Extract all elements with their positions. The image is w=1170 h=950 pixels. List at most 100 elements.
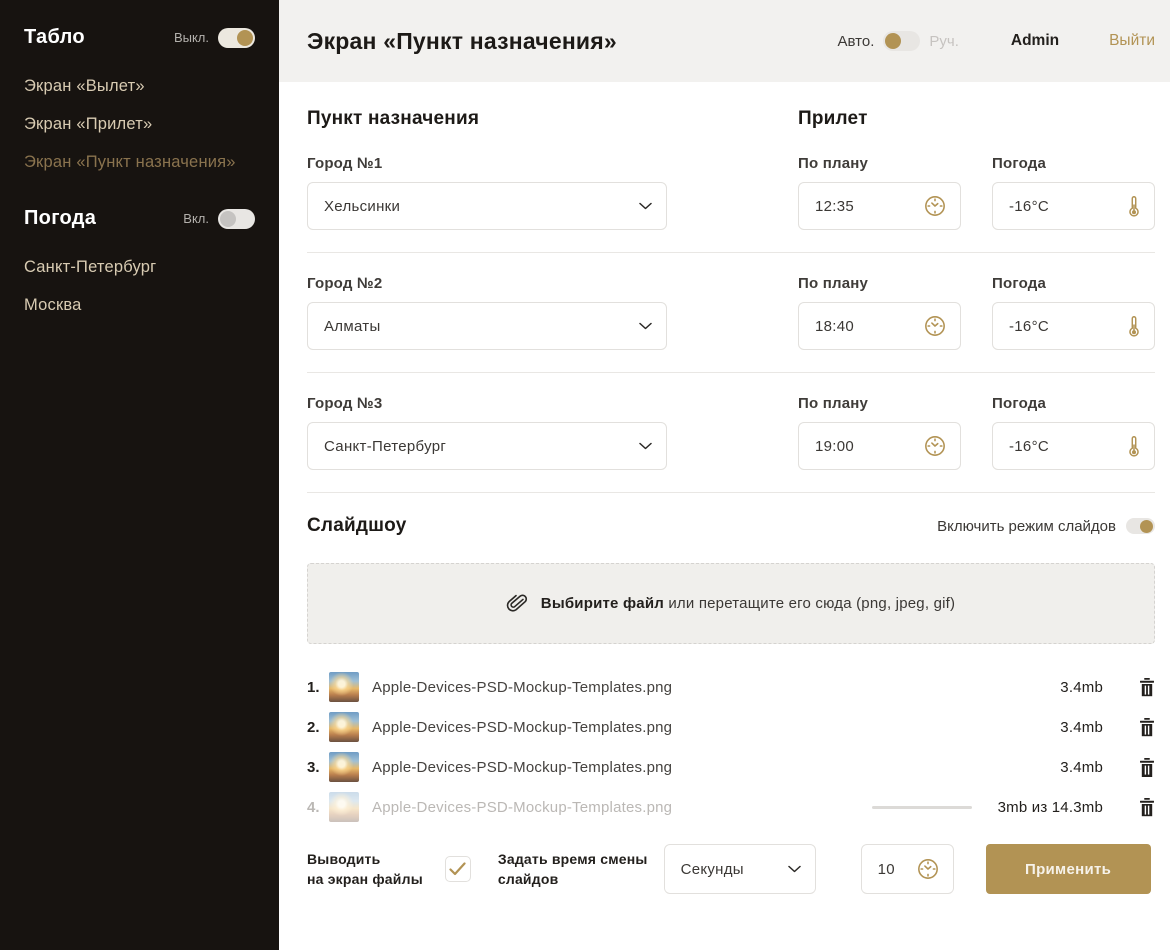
board-toggle-knob (237, 30, 253, 46)
file-index: 1. (307, 679, 329, 696)
file-thumbnail (329, 712, 359, 742)
file-size: 3.4mb (1060, 719, 1103, 736)
board-section-header: Табло Выкл. (24, 26, 255, 49)
display-files-label-line1: Выводить (307, 851, 380, 867)
delete-file-button[interactable] (1139, 678, 1155, 697)
sidebar-item-departure-screen[interactable]: Экран «Вылет» (24, 67, 255, 105)
city-2-value: Алматы (324, 318, 639, 335)
weather-toggle-label: Вкл. (183, 211, 209, 226)
file-index: 4. (307, 799, 329, 816)
slide-interval-label-line1: Задать время смены (498, 851, 648, 867)
sidebar-item-destination-screen[interactable]: Экран «Пункт назначения» (24, 143, 255, 181)
file-thumbnail (329, 672, 359, 702)
file-row-2: 2. Apple-Devices-PSD-Mockup-Templates.pn… (307, 712, 1155, 742)
time-2-label: По плану (798, 275, 961, 292)
arrival-heading: Прилет (798, 108, 961, 130)
time-1-value: 12:35 (815, 198, 924, 215)
sidebar-item-saint-petersburg[interactable]: Санкт-Петербург (24, 248, 255, 286)
clock-icon (924, 195, 946, 217)
time-3-value: 19:00 (815, 438, 924, 455)
topbar: Экран «Пункт назначения» Авто. Руч. Admi… (279, 0, 1170, 82)
city-1-value: Хельсинки (324, 198, 639, 215)
apply-button[interactable]: Применить (986, 844, 1151, 894)
file-size: 3.4mb (1060, 759, 1103, 776)
file-name: Apple-Devices-PSD-Mockup-Templates.png (372, 719, 1060, 736)
sidebar-item-moscow[interactable]: Москва (24, 286, 255, 324)
upload-progress-bar (872, 806, 972, 809)
file-name: Apple-Devices-PSD-Mockup-Templates.png (372, 799, 872, 816)
file-list: 1. Apple-Devices-PSD-Mockup-Templates.pn… (307, 672, 1155, 822)
time-3-label: По плану (798, 395, 961, 412)
file-row-1: 1. Apple-Devices-PSD-Mockup-Templates.pn… (307, 672, 1155, 702)
file-name: Apple-Devices-PSD-Mockup-Templates.png (372, 679, 1060, 696)
page-title: Экран «Пункт назначения» (307, 28, 617, 55)
city-2-label: Город №2 (307, 275, 667, 292)
time-2-input[interactable]: 18:40 (798, 302, 961, 350)
display-files-checkbox[interactable] (445, 856, 471, 882)
weather-1-input[interactable]: -16°C (992, 182, 1155, 230)
user-name: Admin (1011, 32, 1059, 50)
weather-menu: Санкт-Петербург Москва (24, 248, 255, 324)
weather-3-label: Погода (992, 395, 1155, 412)
time-3-input[interactable]: 19:00 (798, 422, 961, 470)
upload-text-bold: Выбирите файл (541, 595, 664, 612)
interval-unit-value: Секунды (681, 861, 788, 878)
time-1-label: По плану (798, 155, 961, 172)
delete-file-button[interactable] (1139, 758, 1155, 777)
interval-unit-select[interactable]: Секунды (664, 844, 816, 894)
city-3-select[interactable]: Санкт-Петербург (307, 422, 667, 470)
content: Пункт назначения Прилет Город №1 Хельсин… (279, 82, 1170, 894)
weather-toggle[interactable] (218, 209, 255, 229)
checkmark-icon (449, 862, 466, 876)
clock-icon (924, 435, 946, 457)
thermometer-icon (1128, 315, 1140, 338)
weather-toggle-knob (220, 211, 236, 227)
city-row-1: Город №1 Хельсинки По плану 12:35 Погода… (307, 155, 1155, 230)
file-row-4-uploading: 4. Apple-Devices-PSD-Mockup-Templates.pn… (307, 792, 1155, 822)
slideshow-settings: Выводитьна экран файлы Задать время смен… (307, 844, 1155, 894)
weather-1-value: -16°C (1009, 198, 1128, 215)
trash-icon (1139, 718, 1155, 737)
upload-text-rest: или перетащите его сюда (png, jpeg, gif) (664, 595, 955, 612)
file-index: 3. (307, 759, 329, 776)
weather-section-header: Погода Вкл. (24, 207, 255, 230)
city-2-select[interactable]: Алматы (307, 302, 667, 350)
board-toggle[interactable] (218, 28, 255, 48)
slide-interval-label-line2: слайдов (498, 871, 559, 887)
paperclip-icon (504, 590, 530, 617)
mode-toggle[interactable] (883, 31, 920, 51)
delete-file-button[interactable] (1139, 798, 1155, 817)
file-size: 3.4mb (1060, 679, 1103, 696)
trash-icon (1139, 758, 1155, 777)
file-upload-dropzone[interactable]: Выбирите файл или перетащите его сюда (p… (307, 563, 1155, 644)
display-files-label: Выводитьна экран файлы (307, 849, 423, 890)
file-name: Apple-Devices-PSD-Mockup-Templates.png (372, 759, 1060, 776)
thermometer-icon (1128, 195, 1140, 218)
upload-text: Выбирите файл или перетащите его сюда (p… (541, 595, 955, 612)
weather-section-title: Погода (24, 207, 96, 230)
trash-icon (1139, 798, 1155, 817)
manual-mode-label: Руч. (929, 33, 959, 50)
board-toggle-label: Выкл. (174, 30, 209, 45)
city-1-select[interactable]: Хельсинки (307, 182, 667, 230)
weather-1-label: Погода (992, 155, 1155, 172)
file-row-3: 3. Apple-Devices-PSD-Mockup-Templates.pn… (307, 752, 1155, 782)
sidebar-item-arrival-screen[interactable]: Экран «Прилет» (24, 105, 255, 143)
chevron-down-icon (639, 442, 652, 450)
logout-link[interactable]: Выйти (1109, 32, 1155, 50)
time-1-input[interactable]: 12:35 (798, 182, 961, 230)
destination-heading: Пункт назначения (307, 108, 667, 130)
clock-icon (917, 858, 939, 880)
delete-file-button[interactable] (1139, 718, 1155, 737)
file-thumbnail (329, 792, 359, 822)
file-index: 2. (307, 719, 329, 736)
slideshow-toggle[interactable] (1126, 518, 1155, 534)
file-thumbnail (329, 752, 359, 782)
weather-3-value: -16°C (1009, 438, 1128, 455)
slide-interval-label: Задать время смены слайдов (498, 849, 648, 890)
weather-3-input[interactable]: -16°C (992, 422, 1155, 470)
slideshow-toggle-label: Включить режим слайдов (937, 518, 1116, 535)
weather-2-input[interactable]: -16°C (992, 302, 1155, 350)
interval-value-input[interactable]: 10 (861, 844, 954, 894)
board-menu: Экран «Вылет» Экран «Прилет» Экран «Пунк… (24, 67, 255, 181)
